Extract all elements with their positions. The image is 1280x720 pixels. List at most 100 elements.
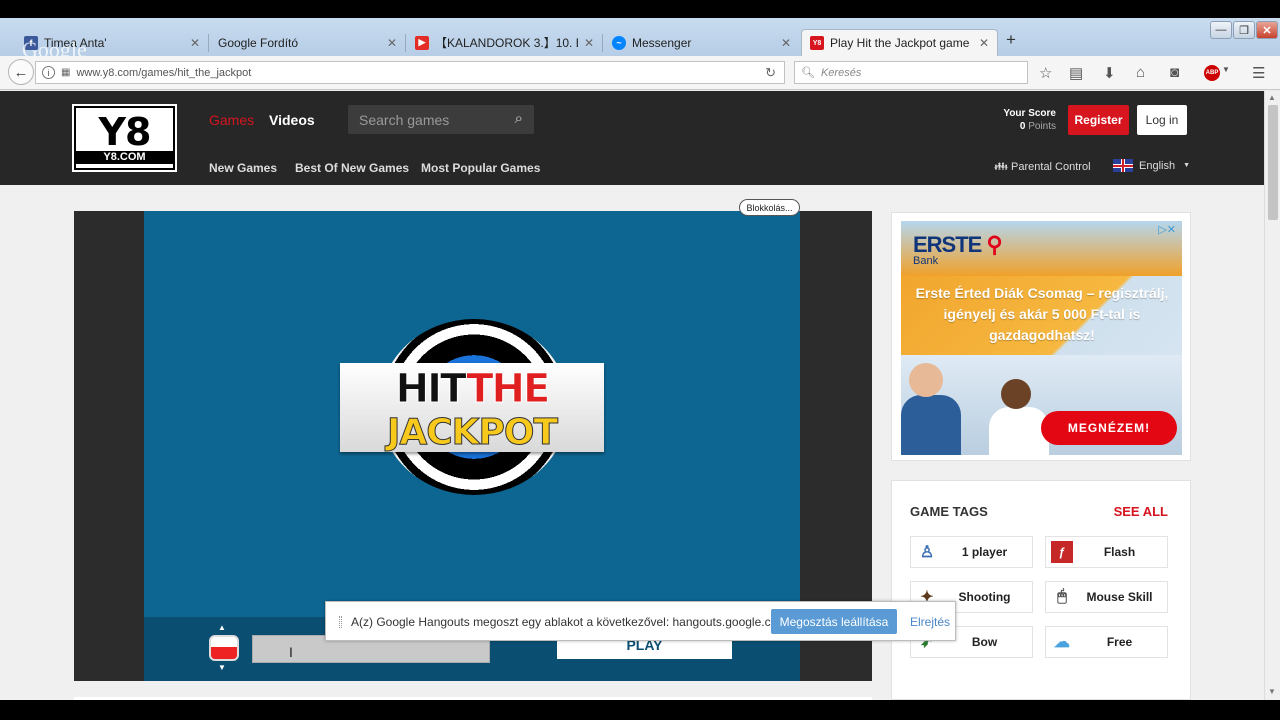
- score-display: Your Score 0 Points: [990, 107, 1056, 133]
- erste-ad[interactable]: ERSTE ⚲ Bank ▷✕ Erste Érted Diák Csomag …: [901, 221, 1182, 455]
- reload-icon[interactable]: ↻: [765, 65, 776, 81]
- hide-link[interactable]: Elrejtés: [910, 615, 950, 629]
- flash-icon: ƒ: [1051, 541, 1073, 563]
- uk-flag-icon: [1113, 159, 1133, 172]
- scroll-thumb[interactable]: [1268, 105, 1278, 220]
- tag-free[interactable]: ☁ Free: [1045, 626, 1168, 658]
- game-search-input[interactable]: Search games ⌕: [348, 105, 534, 134]
- title-hit: HIT: [395, 366, 469, 412]
- scroll-up-icon[interactable]: ▲: [1268, 93, 1276, 102]
- browser-window: f Timea Anta' ✕ Google Google Fordító ✕ …: [0, 18, 1280, 700]
- close-icon[interactable]: ✕: [584, 36, 594, 50]
- tag-label: Mouse Skill: [1086, 590, 1153, 604]
- tab-title: Google Fordító: [218, 35, 299, 50]
- pocket-icon[interactable]: ◙: [1170, 64, 1179, 81]
- abp-label: ABP: [1204, 65, 1220, 81]
- search-placeholder: Search games: [359, 111, 450, 128]
- tab-y8-active[interactable]: Y8 Play Hit the Jackpot game on ✕: [801, 29, 998, 56]
- search-icon[interactable]: ⌕: [515, 110, 523, 127]
- login-button[interactable]: Log in: [1137, 105, 1187, 135]
- score-unit: Points: [1028, 121, 1056, 132]
- tags-heading: GAME TAGS: [910, 504, 988, 519]
- drag-handle-icon[interactable]: [339, 616, 342, 628]
- adblock-icon[interactable]: ABP: [1204, 65, 1220, 81]
- address-bar[interactable]: i ▦ www.y8.com/games/hit_the_jackpot ↻: [35, 61, 785, 84]
- page-icon: ▦: [61, 67, 71, 78]
- scroll-down-icon[interactable]: ▼: [1268, 687, 1276, 696]
- down-arrow-icon[interactable]: ▼: [218, 663, 226, 672]
- y8-logo[interactable]: Y8 Y8.COM: [74, 106, 175, 170]
- reading-list-icon[interactable]: ▤: [1069, 64, 1083, 82]
- tag-1-player[interactable]: ♙ 1 player: [910, 536, 1033, 568]
- subnav-best-of-new-games[interactable]: Best Of New Games: [295, 161, 409, 175]
- ad-cta-button[interactable]: MEGNÉZEM!: [1041, 411, 1177, 445]
- block-badge[interactable]: Blokkolás...: [739, 199, 800, 216]
- tab-messenger[interactable]: ~ Messenger ✕: [604, 29, 799, 56]
- notification-message: A(z) Google Hangouts megoszt egy ablakot…: [351, 615, 791, 629]
- stop-sharing-button[interactable]: Megosztás leállítása: [771, 609, 897, 634]
- tag-mouse-skill[interactable]: 🖱︎ Mouse Skill: [1045, 581, 1168, 613]
- see-all-link[interactable]: SEE ALL: [1114, 504, 1168, 519]
- nav-games[interactable]: Games: [209, 112, 254, 128]
- bookmark-star-icon[interactable]: ☆: [1039, 64, 1052, 82]
- adchoices-icon[interactable]: ▷✕: [1158, 223, 1176, 236]
- close-icon[interactable]: ✕: [387, 36, 397, 50]
- ad-container: ERSTE ⚲ Bank ▷✕ Erste Érted Diák Csomag …: [891, 212, 1191, 461]
- mouse-skill-icon: 🖱︎: [1057, 588, 1067, 605]
- ad-brand-name: ERSTE: [913, 232, 982, 257]
- up-arrow-icon[interactable]: ▲: [218, 623, 226, 632]
- parental-label: Parental Control: [1011, 161, 1091, 173]
- tag-label: Shooting: [958, 590, 1011, 604]
- player-icon: ♙: [919, 544, 935, 561]
- chevron-down-icon[interactable]: ▼: [1222, 65, 1230, 74]
- ad-copy: Erste Érted Diák Csomag – regisztrálj, i…: [915, 285, 1169, 343]
- nav-videos[interactable]: Videos: [269, 112, 315, 128]
- chevron-down-icon: ▼: [1183, 162, 1191, 169]
- search-icon: 🔍︎: [801, 67, 815, 79]
- menu-icon[interactable]: ☰: [1252, 64, 1265, 82]
- logo-domain: Y8.COM: [76, 150, 173, 164]
- screen-border: [0, 700, 1280, 720]
- tab-youtube[interactable]: ▶ 【KALANDOROK 3.】10. Búcsú ✕: [407, 29, 602, 56]
- tag-flash[interactable]: ƒ Flash: [1045, 536, 1168, 568]
- info-icon[interactable]: i: [42, 66, 55, 79]
- free-icon: ☁: [1054, 634, 1070, 651]
- home-icon[interactable]: ⌂: [1136, 64, 1145, 81]
- logo-text: Y8: [98, 109, 152, 154]
- ad-brand-sub: Bank: [913, 255, 939, 267]
- game-title: HITTHE JACKPOT: [340, 363, 604, 452]
- tab-google-translate[interactable]: Google Fordító ✕: [210, 29, 405, 56]
- parental-control-link[interactable]: 👪︎ Parental Control: [994, 160, 1091, 173]
- browser-search-field[interactable]: 🔍︎ Keresés: [794, 61, 1028, 84]
- vertical-scrollbar[interactable]: ▲ ▼: [1264, 91, 1280, 700]
- language-selector[interactable]: English ▼: [1113, 159, 1190, 172]
- close-window-button[interactable]: ✕: [1256, 21, 1278, 39]
- search-placeholder: Keresés: [820, 66, 862, 79]
- erste-logo-icon: ⚲: [986, 232, 1002, 257]
- url-text: www.y8.com/games/hit_the_jackpot: [76, 66, 252, 79]
- person-icon: [901, 395, 961, 455]
- tab-strip: f Timea Anta' ✕ Google Google Fordító ✕ …: [0, 18, 1280, 62]
- maximize-button[interactable]: ❐: [1233, 21, 1255, 39]
- register-button[interactable]: Register: [1068, 105, 1129, 135]
- close-icon[interactable]: ✕: [190, 36, 200, 50]
- close-icon[interactable]: ✕: [781, 36, 791, 50]
- tag-label: Free: [1106, 635, 1133, 649]
- subnav-new-games[interactable]: New Games: [209, 161, 277, 175]
- tab-title: 【KALANDOROK 3.】10. Búcsú: [435, 36, 578, 50]
- screen-share-notification: A(z) Google Hangouts megoszt egy ablakot…: [325, 601, 956, 641]
- youtube-icon: ▶: [415, 35, 429, 50]
- messenger-icon: ~: [612, 35, 626, 50]
- power-pot-icon[interactable]: [209, 635, 239, 661]
- download-icon[interactable]: ⬇: [1103, 64, 1116, 82]
- person-icon: [1001, 379, 1031, 409]
- new-tab-button[interactable]: +: [1006, 30, 1016, 50]
- minimize-button[interactable]: —: [1210, 21, 1232, 39]
- tab-title: Play Hit the Jackpot game on: [830, 36, 973, 50]
- tag-label: Flash: [1103, 545, 1136, 559]
- close-icon[interactable]: ✕: [979, 36, 989, 50]
- tag-label: Bow: [971, 635, 998, 649]
- back-button[interactable]: ←: [8, 59, 34, 85]
- score-value: 0: [1019, 121, 1026, 132]
- subnav-most-popular-games[interactable]: Most Popular Games: [421, 161, 540, 175]
